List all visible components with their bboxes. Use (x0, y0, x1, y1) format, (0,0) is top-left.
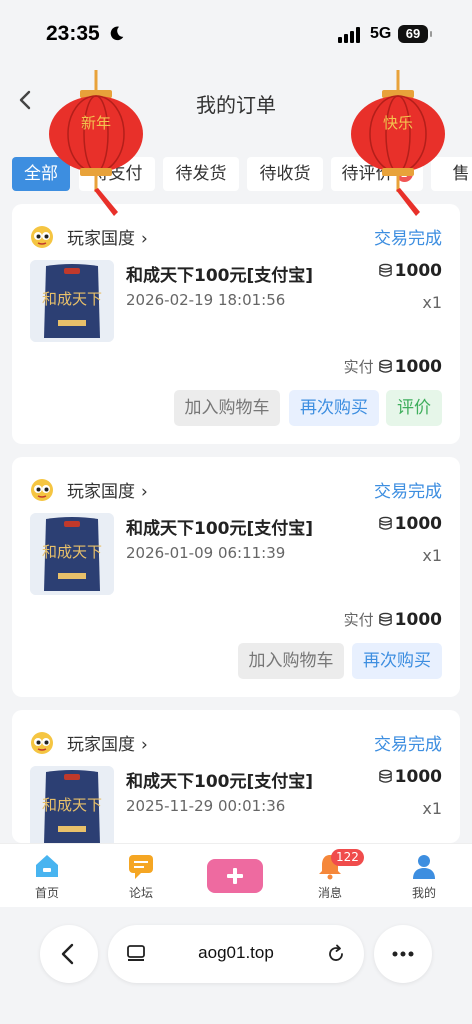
order-date: 2025-11-29 00:01:36 (126, 797, 286, 815)
status-bar: 23:35 5G 69 (0, 0, 472, 68)
chevron-right-icon: › (141, 229, 148, 249)
coin-icon (378, 263, 392, 277)
order-card[interactable]: 玩家国度 › 交易完成 和成天下 和成天下100元[支付宝] 2026-01-09… (12, 457, 460, 697)
browser-back-button[interactable] (40, 925, 98, 983)
create-post-button[interactable] (207, 859, 263, 893)
order-card[interactable]: 玩家国度 › 交易完成 和成天下 和成天下100元[支付宝] 2026-02-19… (12, 204, 460, 444)
reload-icon[interactable] (326, 944, 346, 964)
order-status: 交易完成 (374, 482, 442, 502)
product-quantity: x1 (422, 799, 442, 818)
product-price: 1000 (378, 261, 442, 281)
browser-toolbar: aog01.top (0, 907, 472, 1024)
forum-icon (129, 855, 153, 879)
shop-avatar-icon (31, 479, 53, 501)
order-card[interactable]: 玩家国度 › 交易完成 和成天下 和成天下100元[支付宝] 2025-11-29… (12, 710, 460, 843)
order-status: 交易完成 (374, 229, 442, 249)
tab-pending-receipt[interactable]: 待收货 (247, 157, 323, 191)
product-name: 和成天下100元[支付宝] (126, 266, 314, 286)
network-label: 5G (370, 25, 392, 42)
shop-avatar-icon (31, 732, 53, 754)
shop-name[interactable]: 玩家国度 › (67, 477, 148, 502)
order-date: 2026-02-19 18:01:56 (126, 291, 286, 309)
bottom-tabbar: 首页 论坛 122 消息 我的 (0, 843, 472, 907)
browser-more-button[interactable] (374, 925, 432, 983)
add-to-cart-button[interactable]: 加入购物车 (174, 390, 280, 426)
paid-amount: 实付 1000 (343, 357, 442, 377)
shop-name[interactable]: 玩家国度 › (67, 224, 148, 249)
address-bar[interactable]: aog01.top (108, 925, 364, 983)
coin-icon (378, 516, 392, 530)
product-image[interactable]: 和成天下 (30, 260, 114, 342)
chevron-right-icon: › (141, 735, 148, 755)
more-icon (392, 951, 414, 957)
chevron-right-icon: › (141, 482, 148, 502)
review-button[interactable]: 评价 (386, 390, 442, 426)
tabbar-item-profile[interactable]: 我的 (377, 844, 471, 908)
product-image-text: 和成天下 (42, 290, 102, 308)
product-image[interactable]: 和成天下 (30, 513, 114, 595)
product-name: 和成天下100元[支付宝] (126, 519, 314, 539)
add-to-cart-button[interactable]: 加入购物车 (238, 643, 344, 679)
battery-indicator: 69 (398, 25, 432, 43)
status-time: 23:35 (46, 22, 100, 45)
lantern-left-icon: 新年 (49, 70, 143, 216)
buy-again-button[interactable]: 再次购买 (352, 643, 442, 679)
product-image[interactable]: 和成天下 (30, 766, 114, 843)
buy-again-button[interactable]: 再次购买 (289, 390, 379, 426)
moon-icon (110, 26, 124, 41)
tabbar-item-home[interactable]: 首页 (0, 844, 94, 908)
message-count-badge: 122 (331, 849, 364, 866)
product-price: 1000 (378, 767, 442, 787)
product-name: 和成天下100元[支付宝] (126, 772, 314, 792)
lantern-right-icon: 快乐 (351, 70, 445, 216)
shop-avatar-icon (31, 226, 53, 248)
tabbar-item-messages[interactable]: 122 消息 (283, 844, 377, 908)
product-price: 1000 (378, 514, 442, 534)
plus-icon (227, 868, 243, 884)
lantern-right-text: 快乐 (383, 114, 413, 132)
coin-icon (378, 769, 392, 783)
signal-icon (338, 27, 360, 43)
chevron-left-icon (61, 943, 74, 965)
product-image-text: 和成天下 (42, 543, 102, 561)
tab-pending-shipment[interactable]: 待发货 (163, 157, 239, 191)
user-icon (413, 855, 435, 879)
coin-icon (378, 612, 392, 626)
product-image-text: 和成天下 (42, 796, 102, 814)
paid-amount: 实付 1000 (343, 610, 442, 630)
order-status: 交易完成 (374, 735, 442, 755)
lantern-left-text: 新年 (81, 114, 111, 132)
product-quantity: x1 (422, 546, 442, 565)
home-icon (36, 855, 58, 877)
shop-name[interactable]: 玩家国度 › (67, 730, 148, 755)
coin-icon (378, 359, 392, 373)
order-date: 2026-01-09 06:11:39 (126, 544, 286, 562)
tabbar-item-forum[interactable]: 论坛 (94, 844, 188, 908)
product-quantity: x1 (422, 293, 442, 312)
